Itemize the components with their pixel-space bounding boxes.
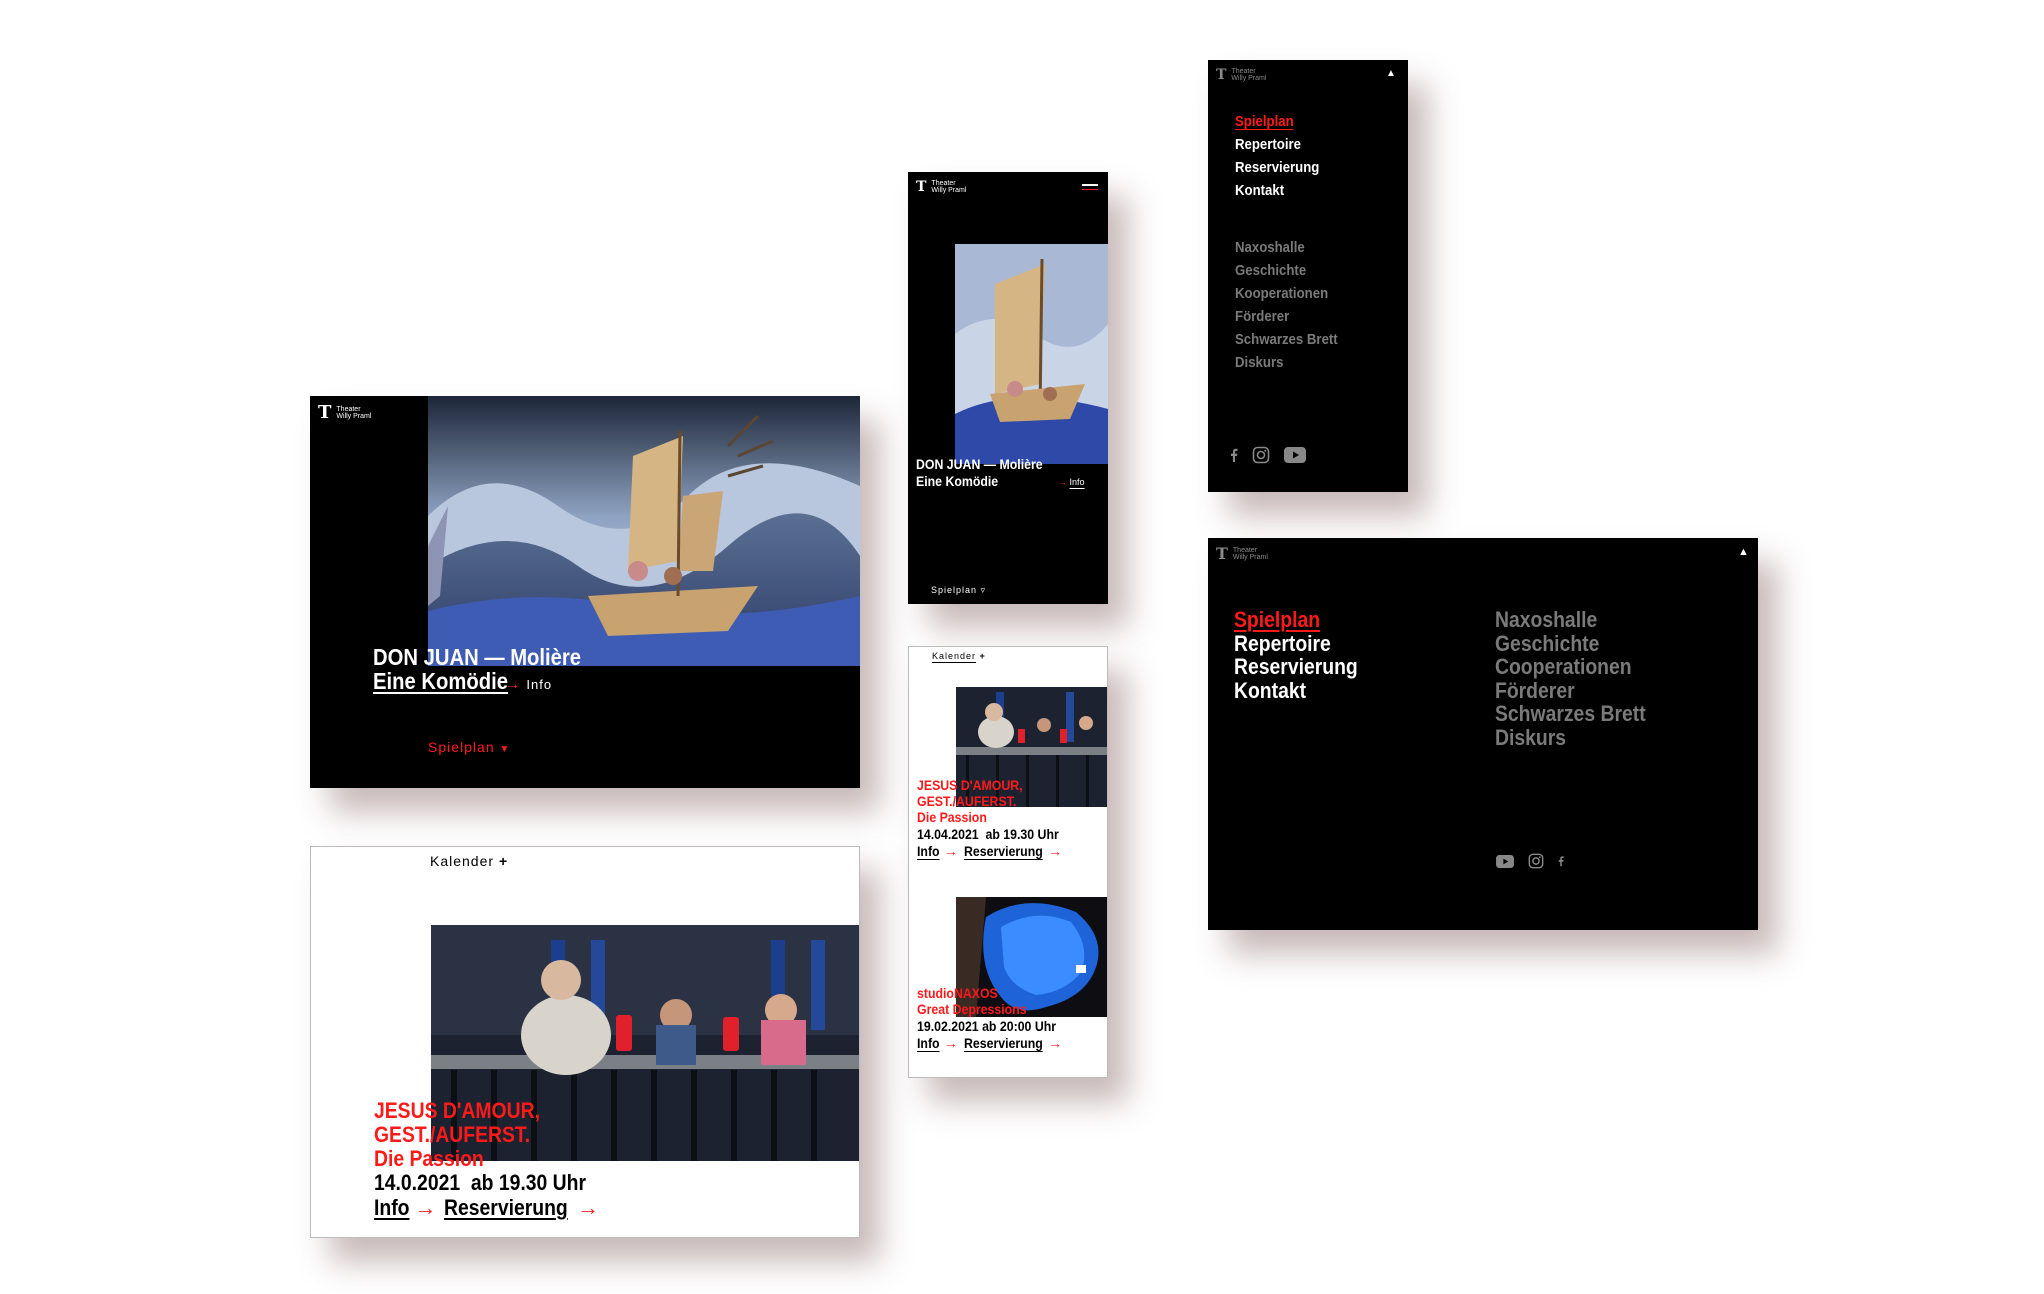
- arrow-right-icon: →: [1048, 1035, 1063, 1051]
- event-subtitle: Die Passion: [374, 1146, 484, 1171]
- logo-line2: Willy Praml: [931, 187, 967, 195]
- event2-date: 19.02.2021 ab 20:00 Uhr: [917, 1018, 1057, 1034]
- event-reservation-link[interactable]: Reservierung: [964, 843, 1043, 860]
- plus-icon: +: [979, 651, 986, 661]
- menu-item-reservierung[interactable]: Reservierung: [1234, 655, 1358, 679]
- calendar-header[interactable]: Kalender +: [430, 853, 508, 869]
- facebook-icon[interactable]: [1230, 448, 1238, 462]
- menu-item-foerderer[interactable]: Förderer: [1495, 678, 1646, 703]
- arrow-right-icon: →: [576, 1195, 599, 1220]
- hero-stage-image: [428, 396, 860, 666]
- hero-stage-image: [955, 244, 1108, 464]
- event-title-line2: GEST./AUFERST.: [374, 1122, 530, 1147]
- desktop-calendar-card: Kalender + JESUS D'AMOUR, GEST./AUFERST.…: [310, 846, 860, 1238]
- event-subtitle: Die Passion: [917, 809, 987, 825]
- event-title-line1: JESUS D'AMOUR,: [374, 1098, 540, 1123]
- calendar-label: Kalender: [932, 651, 977, 661]
- event2-title-line2: Great Depressions: [917, 1001, 1027, 1017]
- event-date: 14.0.2021 ab 19.30 Uhr: [374, 1170, 587, 1195]
- logo-mark: T: [1216, 67, 1227, 84]
- desktop-menu-card: T Theater Willy Praml ▲ Spielplan Repert…: [1208, 538, 1758, 930]
- menu-item-repertoire[interactable]: Repertoire: [1235, 133, 1319, 156]
- logo-line1: Theater: [1232, 546, 1258, 554]
- event-info-link[interactable]: Info: [374, 1195, 409, 1221]
- calendar-label: Kalender: [430, 853, 495, 869]
- calendar-header[interactable]: Kalender +: [932, 651, 986, 661]
- menu-item-reservierung[interactable]: Reservierung: [1235, 156, 1319, 179]
- close-menu-icon[interactable]: ▲: [1386, 68, 1396, 79]
- theater-logo[interactable]: T Theater Willy Praml: [318, 404, 371, 422]
- spielplan-toggle[interactable]: Spielplan ▼: [428, 739, 510, 755]
- logo-line1: Theater: [931, 180, 956, 187]
- logo-line2: Willy Praml: [1232, 554, 1268, 561]
- menu-item-repertoire[interactable]: Repertoire: [1234, 631, 1358, 656]
- desktop-hero-card: T Theater Willy Praml DON JUAN — Molière…: [310, 396, 860, 788]
- menu-item-geschichte[interactable]: Geschichte: [1495, 631, 1646, 656]
- logo-mark: T: [916, 179, 927, 196]
- plus-icon: +: [498, 853, 509, 869]
- hero-info-link[interactable]: Info: [1070, 477, 1085, 487]
- menu-item-kontakt[interactable]: Kontakt: [1235, 179, 1319, 202]
- instagram-icon[interactable]: [1528, 853, 1544, 869]
- menu-item-kontakt[interactable]: Kontakt: [1234, 678, 1358, 703]
- event-title-line1: JESUS D'AMOUR,: [917, 777, 1023, 793]
- arrow-right-icon: →: [1048, 843, 1063, 859]
- mobile-menu-card: T Theater Willy Praml ▲ Spielplan Repert…: [1208, 60, 1408, 492]
- hero-subtitle-link[interactable]: Eine Komödie: [916, 473, 998, 489]
- menu-item-spielplan[interactable]: Spielplan: [1234, 608, 1358, 632]
- close-menu-icon[interactable]: ▲: [1738, 546, 1749, 558]
- event-title-line2: GEST./AUFERST.: [917, 793, 1017, 809]
- menu-item-kooperationen[interactable]: Kooperationen: [1235, 282, 1338, 305]
- logo-mark: T: [318, 402, 332, 423]
- theater-logo[interactable]: T Theater Willy Praml: [1216, 68, 1266, 83]
- menu-item-cooperationen[interactable]: Cooperationen: [1495, 655, 1646, 679]
- menu-item-diskurs[interactable]: Diskurs: [1495, 725, 1646, 750]
- menu-item-foerderer[interactable]: Förderer: [1235, 305, 1338, 328]
- menu-item-geschichte[interactable]: Geschichte: [1235, 259, 1338, 282]
- chevron-down-icon: ▿: [980, 585, 987, 595]
- menu-item-schwarzes-brett[interactable]: Schwarzes Brett: [1495, 702, 1646, 726]
- hero-info-link[interactable]: Info: [526, 677, 552, 692]
- arrow-right-icon: →: [943, 843, 958, 859]
- arrow-right-icon: →: [414, 1195, 437, 1220]
- menu-item-naxoshalle[interactable]: Naxoshalle: [1495, 608, 1646, 632]
- spielplan-label: Spielplan: [428, 739, 495, 755]
- spielplan-toggle[interactable]: Spielplan ▿: [931, 585, 986, 596]
- menu-item-spielplan[interactable]: Spielplan: [1235, 110, 1319, 133]
- menu-hamburger-icon[interactable]: [1082, 184, 1098, 194]
- mobile-hero-card: T Theater Willy Praml DON JUAN — Molière…: [908, 172, 1108, 604]
- event2-reservation-link[interactable]: Reservierung: [964, 1035, 1043, 1052]
- menu-item-schwarzes-brett[interactable]: Schwarzes Brett: [1235, 328, 1338, 351]
- facebook-icon[interactable]: [1558, 855, 1564, 867]
- logo-mark: T: [1216, 544, 1228, 563]
- youtube-icon[interactable]: [1284, 447, 1306, 463]
- menu-item-naxoshalle[interactable]: Naxoshalle: [1235, 236, 1338, 259]
- event-info-link[interactable]: Info: [917, 843, 940, 860]
- logo-line1: Theater: [1231, 68, 1256, 75]
- event-date: 14.04.2021 ab 19.30 Uhr: [917, 826, 1059, 842]
- instagram-icon[interactable]: [1252, 446, 1270, 464]
- theater-logo[interactable]: T Theater Willy Praml: [1216, 546, 1268, 562]
- logo-line1: Theater: [336, 405, 361, 413]
- event-reservation-link[interactable]: Reservierung: [444, 1195, 568, 1221]
- menu-item-diskurs[interactable]: Diskurs: [1235, 351, 1338, 374]
- arrow-right-icon: →: [943, 1035, 958, 1051]
- theater-logo[interactable]: T Theater Willy Praml: [916, 180, 966, 195]
- logo-line2: Willy Praml: [336, 413, 372, 420]
- chevron-down-icon: ▼: [499, 744, 511, 755]
- hero-arrow-icon: →: [1058, 477, 1067, 487]
- hero-title: DON JUAN — Molière: [373, 644, 582, 670]
- event2-info-link[interactable]: Info: [917, 1035, 940, 1052]
- hero-subtitle-link[interactable]: Eine Komödie: [373, 668, 508, 695]
- youtube-icon[interactable]: [1496, 854, 1514, 868]
- logo-line2: Willy Praml: [1231, 75, 1267, 83]
- spielplan-label: Spielplan: [931, 585, 978, 595]
- mobile-calendar-card: Kalender + JESUS D'AMOUR, GEST./AUFERST.…: [908, 646, 1108, 1078]
- event2-title-line1: studioNAXOS: [917, 985, 998, 1001]
- hero-title: DON JUAN — Molière: [916, 456, 1043, 472]
